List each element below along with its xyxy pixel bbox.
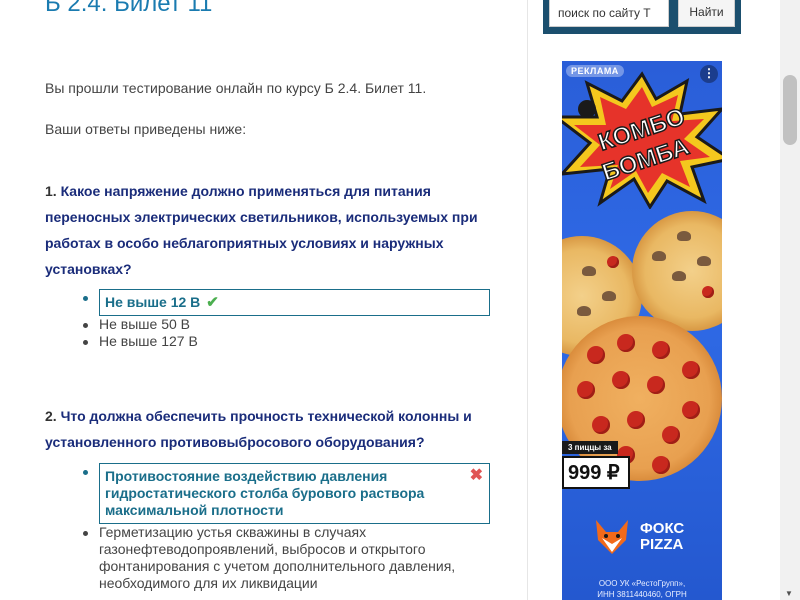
answer-text: Герметизацию устья скважины в случаях га…: [99, 524, 456, 591]
ad-badge: РЕКЛАМА: [566, 65, 624, 77]
answers-intro-text: Ваши ответы приведены ниже:: [45, 121, 247, 137]
main-content: Б 2.4. Билет 11 Вы прошли тестирование о…: [0, 0, 527, 600]
question-2: 2. Что должна обеспечить прочность техни…: [45, 403, 515, 455]
page-scrollbar[interactable]: ▼: [780, 0, 800, 600]
combo-bomb-burst: КОМБО БОМБА: [562, 71, 722, 209]
answer-item: Не выше 50 В: [80, 316, 490, 333]
answer-text: Противостояние воздействию давления гидр…: [105, 468, 425, 518]
price-tag: 999 ₽: [562, 456, 630, 489]
answer-item: Не выше 127 В: [80, 333, 490, 350]
question-number: 2.: [45, 408, 57, 424]
answer-list-2: Противостояние воздействию давления гидр…: [80, 463, 490, 592]
answer-list-1: Не выше 12 В ✔ Не выше 50 В Не выше 127 В: [80, 289, 490, 350]
question-number: 1.: [45, 183, 57, 199]
ad-banner[interactable]: КОМБО БОМБА РЕКЛАМА ⋮ 3 пиццы за 999 ₽ Ф…: [562, 61, 722, 600]
question-1: 1. Какое напряжение должно применяться д…: [45, 178, 515, 282]
ad-legal-text: ООО УК «РестоГрупп», ИНН 3811440460, ОГР…: [597, 579, 687, 599]
intro-text: Вы прошли тестирование онлайн по курсу Б…: [45, 80, 427, 96]
selected-answer-box: Противостояние воздействию давления гидр…: [99, 463, 490, 524]
check-icon: ✔: [206, 294, 219, 311]
cross-icon: ✖: [469, 467, 483, 484]
site-search: Найти: [543, 0, 741, 34]
scroll-down-icon[interactable]: ▼: [785, 589, 793, 598]
answer-text: Не выше 127 В: [99, 333, 198, 349]
pizza-image: [632, 211, 722, 331]
brand-name: ФОКС PIZZA: [640, 520, 685, 553]
answer-text: Не выше 12 В: [105, 294, 201, 310]
answer-item: Герметизацию устья скважины в случаях га…: [80, 524, 490, 592]
selected-answer-box: Не выше 12 В ✔: [99, 289, 490, 316]
question-text: Что должна обеспечить прочность техничес…: [45, 408, 472, 450]
more-options-icon[interactable]: ⋮: [700, 65, 718, 83]
answer-text: Не выше 50 В: [99, 316, 190, 332]
page-title: Б 2.4. Билет 11: [45, 0, 213, 17]
column-divider: [527, 0, 528, 600]
answer-item-selected: Не выше 12 В ✔: [80, 289, 490, 316]
question-text: Какое напряжение должно применяться для …: [45, 183, 478, 277]
fox-logo-icon: [596, 520, 628, 554]
scrollbar-thumb[interactable]: [783, 75, 797, 145]
price-label: 3 пиццы за: [562, 441, 618, 454]
answer-item-selected: Противостояние воздействию давления гидр…: [80, 463, 490, 524]
search-button[interactable]: Найти: [678, 0, 735, 27]
search-input[interactable]: [549, 0, 669, 27]
